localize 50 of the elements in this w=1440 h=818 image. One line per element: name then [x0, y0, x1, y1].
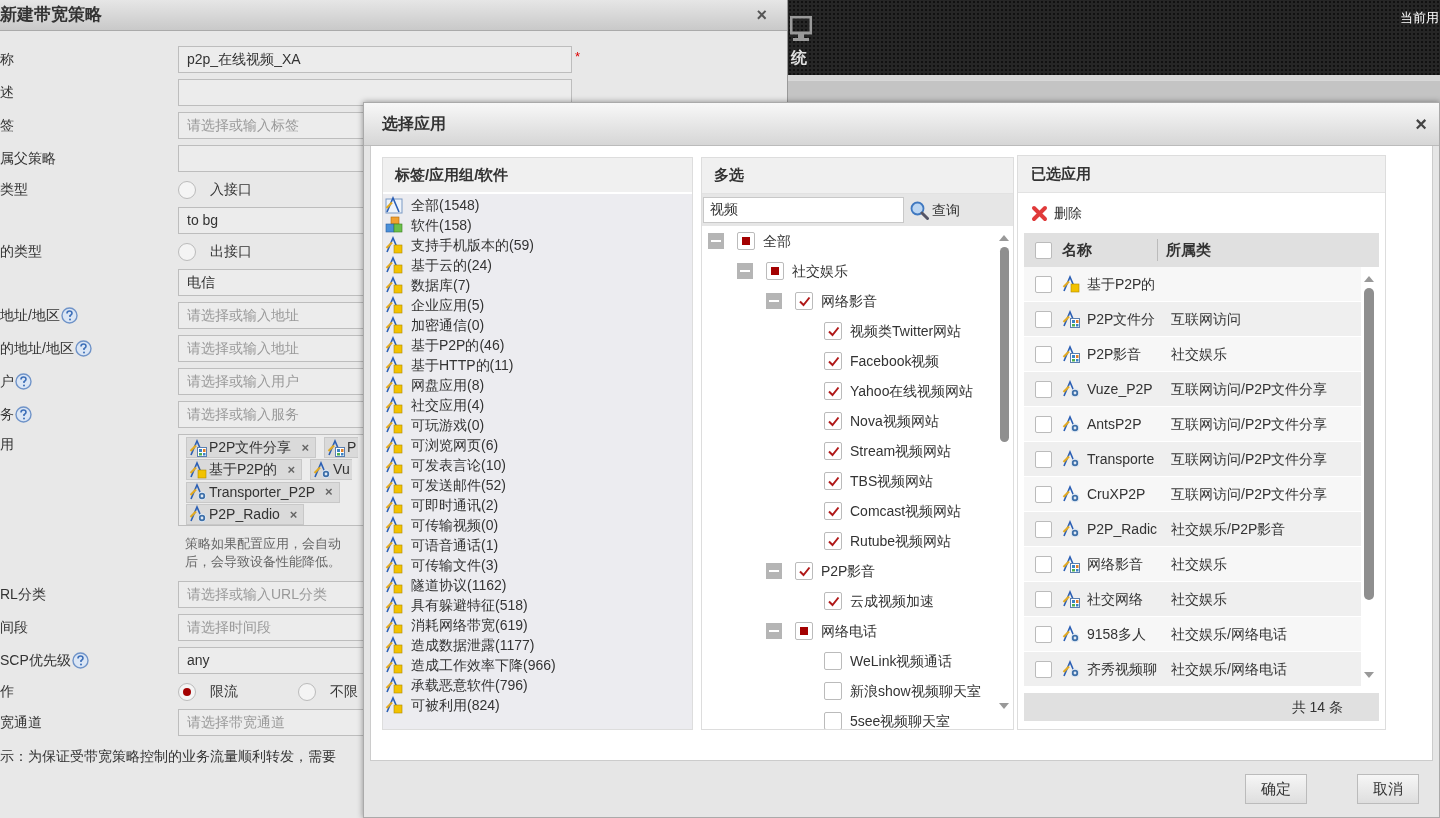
field-label: 宽通道	[0, 713, 42, 732]
table-cell-text: 社交娱乐/网络电话	[1171, 624, 1287, 644]
required-mark: *	[575, 48, 581, 66]
table-cell-text: 基于P2P的	[1087, 274, 1157, 294]
table-cell-text: 互联网访问/P2P文件分享	[1171, 379, 1328, 399]
table-cell-text: 互联网访问/P2P文件分享	[1171, 414, 1328, 434]
table-cell-text: CruXP2P	[1087, 484, 1147, 504]
panel-header: 已选应用	[1018, 156, 1385, 193]
panel-header: 多选	[702, 158, 1013, 194]
table-cell-text: 社交娱乐/网络电话	[1171, 659, 1287, 679]
table-cell-text: 网络影音	[1087, 554, 1144, 574]
field-label: 的地址/地区	[0, 339, 74, 358]
field-label: SCP优先级	[0, 651, 71, 670]
table-cell-text: 社交娱乐	[1171, 554, 1227, 574]
field-label: 属父策略	[0, 149, 56, 168]
record-count: 共 14 条	[1291, 697, 1343, 717]
table-cell-text: 齐秀视频聊	[1087, 659, 1158, 679]
panel-header: 标签/应用组/软件	[383, 158, 692, 194]
note-text: 后，会导致设备性能降低。	[185, 553, 341, 571]
field-label: 间段	[0, 618, 28, 637]
field-label: 的类型	[0, 242, 42, 261]
field-label: 类型	[0, 180, 28, 199]
field-label: 用	[0, 434, 14, 454]
table-cell-text: AntsP2P	[1087, 414, 1143, 434]
field-label: RL分类	[0, 585, 46, 604]
table-cell-text: P2P文件分	[1087, 309, 1157, 329]
table-cell-text: 社交娱乐	[1171, 344, 1227, 364]
tip-text: 示：为保证受带宽策略控制的业务流量顺利转发，需要	[0, 746, 336, 766]
user-label: 当前用	[1400, 9, 1439, 27]
table-cell-text: 社交娱乐	[1171, 589, 1227, 609]
table-cell-text: Vuze_P2P	[1087, 379, 1154, 399]
table-cell-text: 互联网访问/P2P文件分享	[1171, 449, 1328, 469]
table-cell-text: 社交网络	[1087, 589, 1144, 609]
field-label: 作	[0, 682, 14, 701]
table-cell-text: 互联网访问/P2P文件分享	[1171, 484, 1328, 504]
table-cell-text: 社交娱乐/P2P影音	[1171, 519, 1286, 539]
dialog-title: 选择应用	[382, 114, 446, 134]
table-cell-text: P2P_Radic	[1087, 519, 1159, 539]
table-cell-text: P2P影音	[1087, 344, 1143, 364]
field-label: 称	[0, 50, 14, 69]
table-cell-text: 互联网访问	[1171, 309, 1241, 329]
field-label: 地址/地区	[0, 306, 60, 325]
field-label: 务	[0, 405, 14, 424]
table-cell-text: 9158多人	[1087, 624, 1148, 644]
field-label: 户	[0, 372, 14, 391]
table-cell-text: Transporte	[1087, 449, 1156, 469]
dialog-title: 新建带宽策略	[0, 4, 102, 27]
note-text: 策略如果配置应用，会自动	[185, 535, 341, 553]
field-label: 签	[0, 116, 14, 135]
field-label: 述	[0, 83, 14, 102]
